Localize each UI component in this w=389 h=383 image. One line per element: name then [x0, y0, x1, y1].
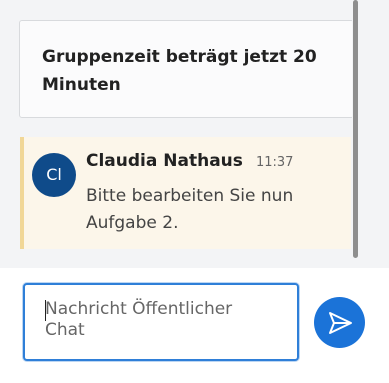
scrollbar-thumb[interactable]: [353, 0, 358, 258]
send-icon: [327, 310, 353, 336]
chat-message: Cl Claudia Nathaus 11:37 Bitte bearbeite…: [20, 137, 351, 249]
chat-message-list: Gruppenzeit beträgt jetzt 20 Minuten Cl …: [0, 0, 389, 268]
avatar: Cl: [32, 153, 76, 197]
send-button[interactable]: [314, 297, 365, 348]
message-timestamp: 11:37: [255, 155, 294, 170]
message-text: Bitte bearbeiten Sie nun Aufgabe 2.: [86, 186, 294, 233]
system-message: Gruppenzeit beträgt jetzt 20 Minuten: [19, 20, 354, 118]
chat-input-wrapper: [23, 283, 299, 361]
chat-message-input[interactable]: [25, 285, 297, 359]
system-message-text: Gruppenzeit beträgt jetzt 20 Minuten: [42, 47, 317, 95]
text-cursor: [45, 300, 46, 321]
message-author: Claudia Nathaus: [86, 151, 243, 171]
message-header: Claudia Nathaus 11:37: [86, 151, 293, 171]
